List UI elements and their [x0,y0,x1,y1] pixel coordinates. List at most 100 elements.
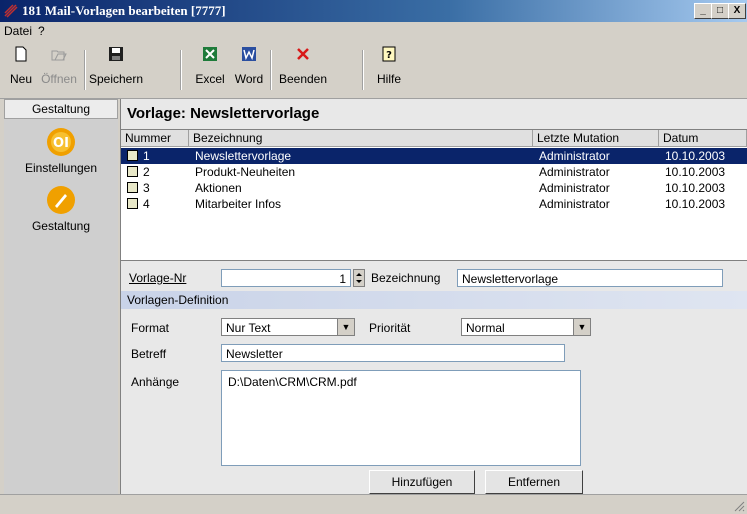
title-bar: 181 Mail-Vorlagen bearbeiten [7777] _ □ … [0,0,747,22]
menu-datei[interactable]: Datei [4,24,32,38]
column-header-mutation[interactable]: Letzte Mutation [533,130,659,147]
bezeichnung-input[interactable]: Newslettervorlage [457,269,723,287]
anhaenge-label: Anhänge [131,375,180,389]
cell-name: Newslettervorlage [195,149,292,163]
table-row[interactable]: 3 Aktionen Administrator 10.10.2003 [121,180,747,196]
toolbar-separator [270,50,272,90]
prioritaet-value: Normal [466,321,505,335]
cell-nr: 1 [143,149,150,163]
maximize-button[interactable]: □ [711,3,729,19]
excel-icon [203,47,217,61]
column-header-bezeichnung[interactable]: Bezeichnung [189,130,533,147]
menu-help[interactable]: ? [38,24,45,38]
column-header-datum[interactable]: Datum [659,130,747,147]
open-icon [51,50,67,61]
main-panel: Vorlage: Newslettervorlage Nummer Bezeic… [121,99,747,494]
section-header: Vorlagen-Definition [121,291,747,309]
design-icon [47,186,75,214]
menu-bar: Datei ? [0,22,747,40]
help-icon: ? [382,46,396,62]
cell-date: 10.10.2003 [665,181,726,195]
window-title: 181 Mail-Vorlagen bearbeiten [7777] [22,3,226,18]
template-icon [127,182,138,193]
betreff-label: Betreff [131,347,167,361]
template-icon [127,166,138,177]
anhaenge-list[interactable]: D:\Daten\CRM\CRM.pdf [221,370,581,466]
app-icon [4,4,18,18]
vorlage-nr-label[interactable]: Vorlage-Nr [129,271,186,285]
toolbar: Neu Öffnen Speichern Excel Word Beenden … [0,40,747,99]
cell-name: Mitarbeiter Infos [195,197,282,211]
exit-button[interactable]: Beenden [276,46,330,94]
prioritaet-select[interactable]: Normal ▼ [461,318,591,336]
vorlage-nr-input[interactable]: 1 [221,269,351,287]
new-button[interactable]: Neu [6,46,36,94]
nav-body: OI Einstellungen Gestaltung [4,119,118,495]
column-header-nummer[interactable]: Nummer [121,130,189,147]
help-label: Hilfe [376,72,401,86]
toolbar-separator [180,50,182,90]
bezeichnung-label: Bezeichnung [371,271,441,285]
cell-date: 10.10.2003 [665,149,726,163]
cell-mutation: Administrator [539,149,610,163]
table-row[interactable]: 4 Mitarbeiter Infos Administrator 10.10.… [121,196,747,212]
page-title: Vorlage: Newslettervorlage [127,105,320,122]
format-value: Nur Text [226,321,271,335]
minimize-button[interactable]: _ [694,3,712,19]
word-icon [242,47,256,61]
nav-item-gestaltung[interactable]: Gestaltung [4,185,118,233]
exit-icon [297,48,309,60]
attachment-item[interactable]: D:\Daten\CRM\CRM.pdf [228,375,357,389]
betreff-input[interactable]: Newsletter [221,344,565,362]
cell-mutation: Administrator [539,197,610,211]
template-icon [127,198,138,209]
excel-label: Excel [195,72,225,86]
vorlage-nr-stepper[interactable] [353,269,365,287]
nav-header[interactable]: Gestaltung [4,99,118,119]
word-button[interactable]: Word [232,46,266,94]
template-list[interactable]: Nummer Bezeichnung Letzte Mutation Datum… [121,129,747,261]
toolbar-separator [84,50,86,90]
resize-grip-icon[interactable] [733,500,745,512]
open-button[interactable]: Öffnen [38,46,80,94]
add-button[interactable]: Hinzufügen [369,470,475,494]
chevron-down-icon: ▼ [337,319,354,335]
cell-nr: 2 [143,165,150,179]
cell-date: 10.10.2003 [665,197,726,211]
prioritaet-label: Priorität [369,321,411,335]
save-label: Speichern [88,72,144,86]
cell-date: 10.10.2003 [665,165,726,179]
svg-text:?: ? [386,50,392,61]
format-select[interactable]: Nur Text ▼ [221,318,355,336]
nav-item-label: Gestaltung [31,219,91,233]
word-label: Word [234,72,264,86]
nav-item-einstellungen[interactable]: OI Einstellungen [4,127,118,175]
format-label: Format [131,321,170,335]
open-label: Öffnen [41,72,77,86]
cell-mutation: Administrator [539,165,610,179]
cell-nr: 3 [143,181,150,195]
close-button[interactable]: X [728,3,746,19]
table-row[interactable]: 1 Newslettervorlage Administrator 10.10.… [121,148,747,164]
settings-icon: OI [47,128,75,156]
cell-mutation: Administrator [539,181,610,195]
table-row[interactable]: 2 Produkt-Neuheiten Administrator 10.10.… [121,164,747,180]
new-icon [15,46,27,62]
stepper-arrows-icon [356,273,362,283]
exit-label: Beenden [278,72,328,86]
save-button[interactable]: Speichern [88,46,144,94]
nav-item-label: Einstellungen [24,161,98,175]
new-label: Neu [9,72,32,86]
help-button[interactable]: ? Hilfe [374,46,404,94]
cell-name: Produkt-Neuheiten [195,165,296,179]
chevron-down-icon: ▼ [573,319,590,335]
side-navigation: Gestaltung OI Einstellungen Gestaltung [0,99,121,513]
cell-nr: 4 [143,197,150,211]
excel-button[interactable]: Excel [192,46,228,94]
save-icon [109,47,123,61]
svg-text:OI: OI [53,136,69,151]
cell-name: Aktionen [195,181,242,195]
template-icon [127,150,138,161]
remove-button[interactable]: Entfernen [485,470,583,494]
status-bar [0,494,747,514]
